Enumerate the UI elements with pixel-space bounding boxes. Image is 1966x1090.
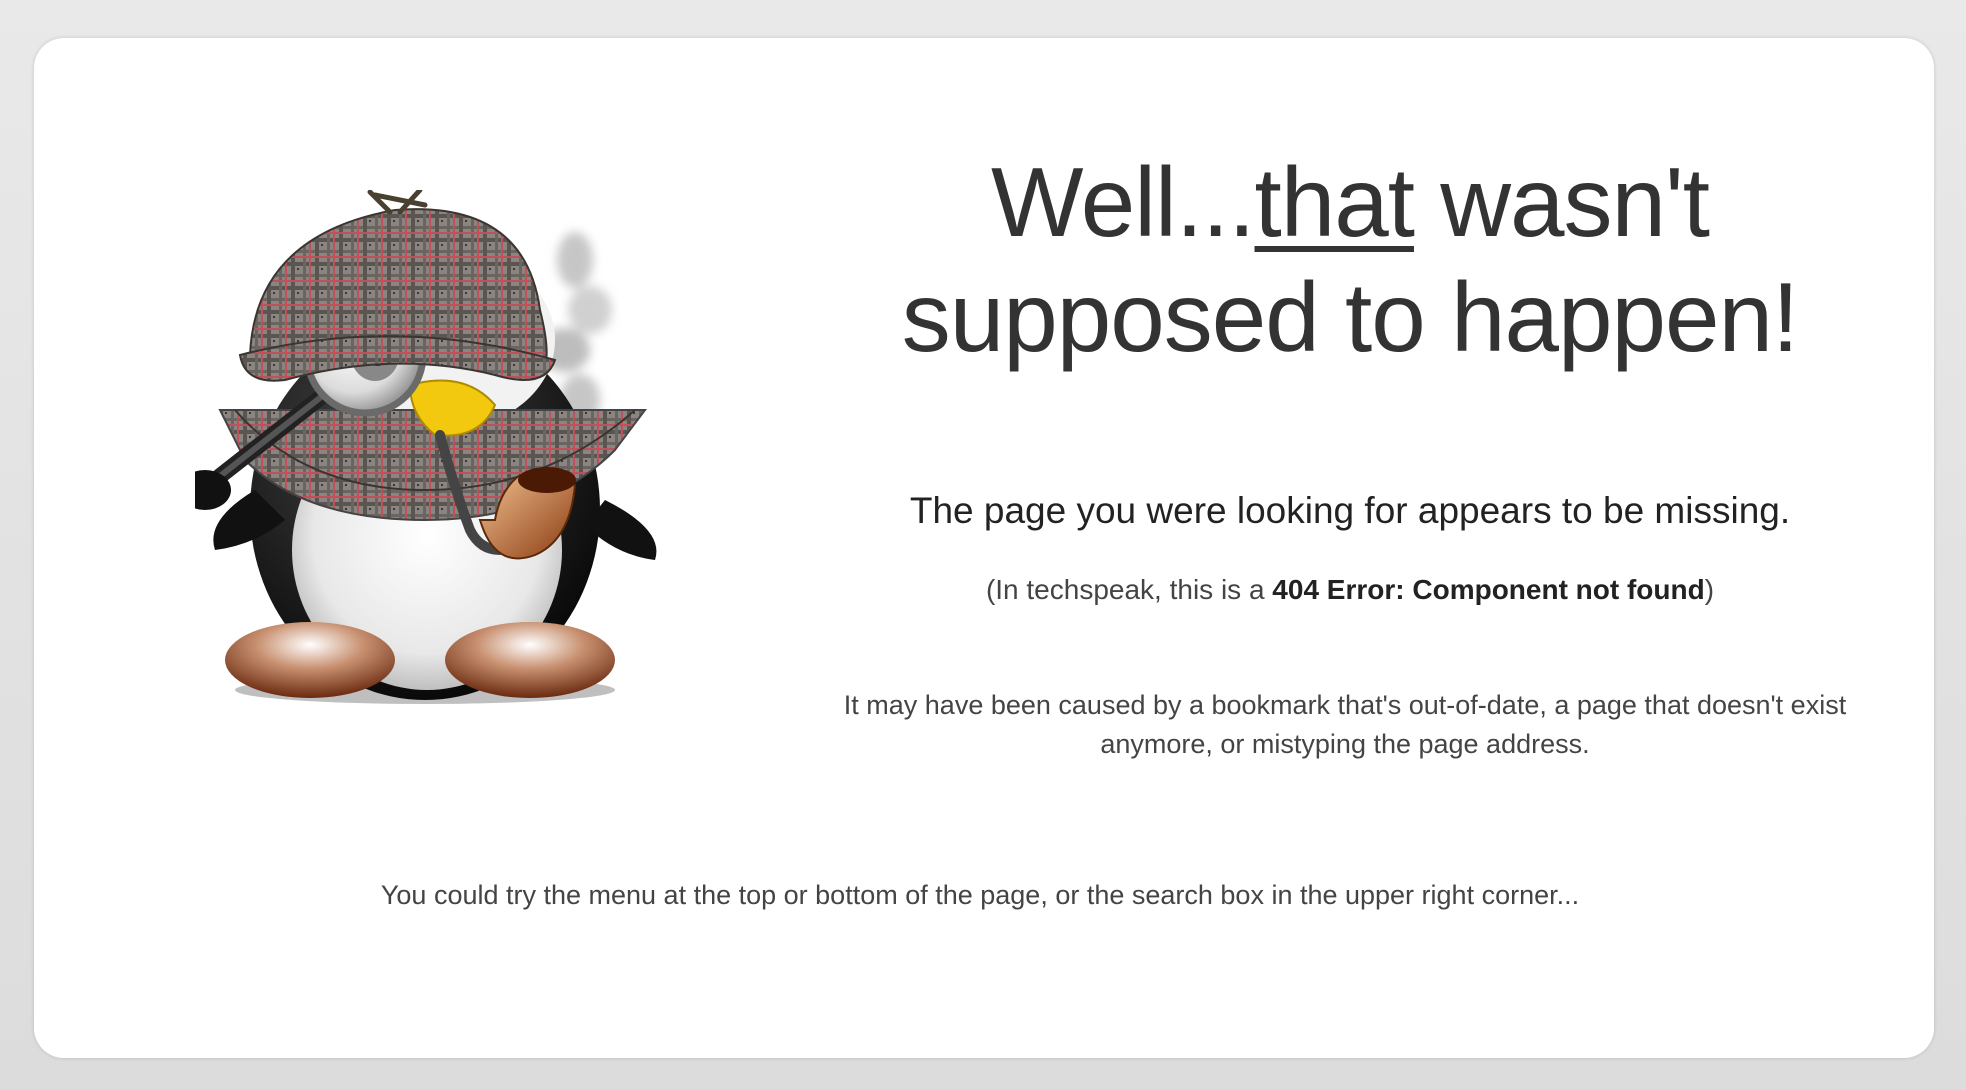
techspeak-prefix: (In techspeak, this is a [985,574,1273,605]
cause-message: It may have been caused by a bookmark th… [843,690,1847,759]
error-code-message: (In techspeak, this is a 404 Error: Comp… [800,574,1900,606]
headline-emphasis: that [1254,147,1415,257]
page-title: Well...that wasn't supposed to happen! [820,145,1880,375]
missing-message: The page you were looking for appears to… [909,490,1791,531]
headline-part1: Well... [991,147,1255,257]
detective-penguin-icon [195,190,657,704]
error-code: 404 Error: Component not found [1272,574,1705,605]
suggestion-message: You could try the menu at the top or bot… [380,880,1580,910]
page-frame: Well...that wasn't supposed to happen! T… [0,0,1966,1090]
techspeak-suffix: ) [1704,574,1715,605]
